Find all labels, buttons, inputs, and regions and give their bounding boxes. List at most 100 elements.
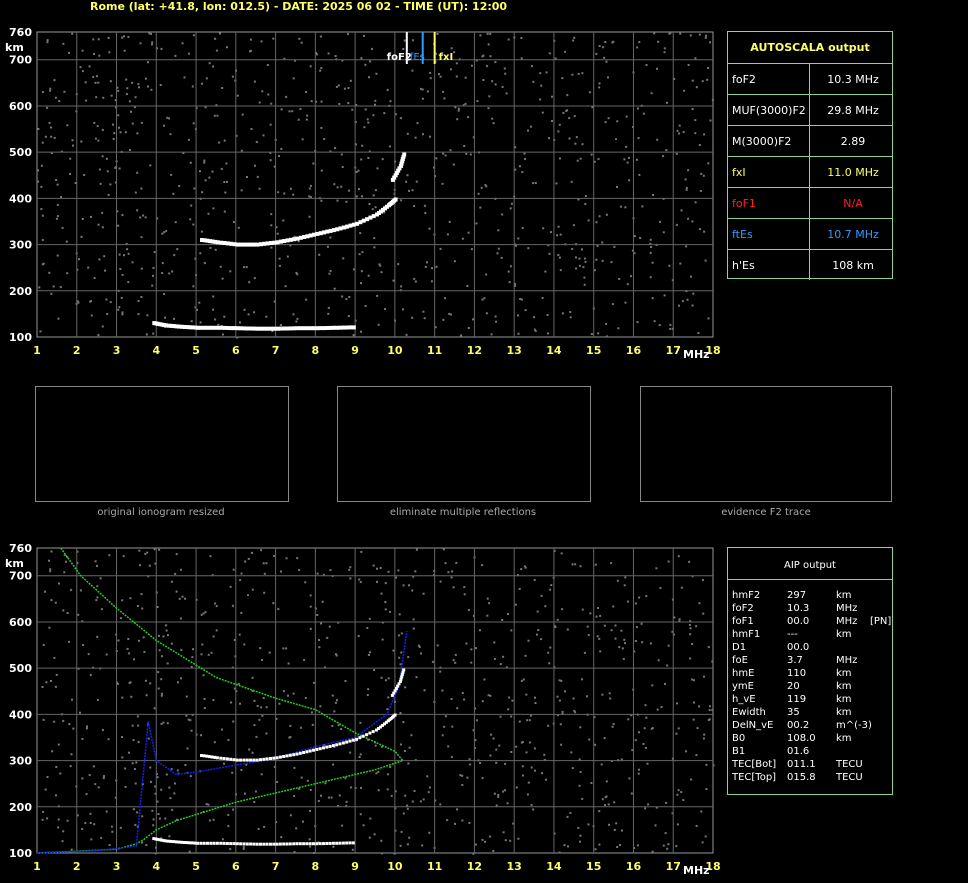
noise-dot [150, 780, 152, 783]
noise-dot [429, 77, 432, 80]
noise-dot [153, 548, 156, 551]
trace-point [312, 748, 315, 752]
noise-dot [118, 167, 121, 170]
noise-dot [591, 106, 594, 109]
aip-name: hmE [732, 668, 755, 679]
noise-dot [253, 801, 256, 803]
noise-dot [541, 111, 544, 114]
noise-dot [678, 132, 681, 135]
noise-dot [381, 852, 384, 855]
noise-dot [676, 702, 678, 705]
noise-dot [711, 709, 714, 712]
noise-dot [151, 284, 154, 287]
noise-dot [107, 36, 110, 39]
noise-dot [594, 743, 597, 746]
noise-dot [62, 609, 65, 612]
noise-dot [129, 597, 132, 600]
noise-dot [659, 587, 662, 589]
noise-dot [414, 570, 417, 573]
x-tick-label: 1 [33, 344, 41, 357]
noise-dot [581, 143, 584, 146]
noise-dot [239, 321, 241, 324]
aip-value: 20 [787, 681, 800, 692]
noise-dot [447, 571, 450, 574]
noise-dot [441, 689, 444, 692]
marker-label-fxI: fxI [439, 52, 454, 63]
noise-dot [707, 162, 710, 165]
noise-dot [422, 310, 425, 313]
noise-dot [334, 653, 337, 656]
noise-dot [557, 130, 560, 133]
autoscala-value: 2.89 [840, 135, 866, 148]
noise-dot [56, 203, 59, 206]
noise-dot [540, 594, 543, 597]
noise-dot [221, 728, 223, 731]
noise-dot [511, 699, 514, 702]
noise-dot [124, 767, 127, 770]
noise-dot [168, 835, 171, 838]
trace-point [166, 839, 170, 843]
noise-dot [297, 118, 300, 121]
noise-dot [125, 78, 128, 81]
noise-dot [214, 248, 217, 251]
noise-dot [651, 297, 654, 300]
trace-point [278, 755, 282, 759]
noise-dot [626, 161, 629, 164]
noise-dot [455, 75, 458, 78]
trace-point [193, 841, 197, 845]
noise-dot [248, 748, 251, 751]
noise-dot [525, 693, 528, 696]
noise-dot [165, 229, 168, 232]
noise-dot [124, 785, 127, 788]
noise-dot [121, 311, 124, 314]
noise-dot [136, 132, 139, 135]
noise-dot [292, 313, 295, 316]
noise-dot [703, 675, 705, 678]
noise-dot [689, 34, 692, 37]
noise-dot [63, 571, 66, 574]
noise-dot [367, 121, 370, 124]
noise-dot [58, 582, 60, 585]
noise-dot [239, 579, 242, 582]
aip-name: foE [732, 655, 748, 666]
noise-dot [411, 69, 414, 72]
noise-dot [253, 80, 256, 83]
noise-dot [486, 65, 489, 68]
noise-dot [612, 605, 615, 608]
noise-dot [128, 652, 131, 655]
noise-dot [614, 624, 617, 627]
autoscala-key: M(3000)F2 [732, 135, 792, 148]
autoscala-key: ftEs [732, 228, 753, 241]
noise-dot [583, 283, 586, 286]
noise-dot [349, 566, 352, 569]
trace-point [265, 757, 269, 761]
noise-dot [300, 776, 303, 779]
noise-dot [398, 634, 400, 637]
noise-dot [547, 724, 550, 727]
noise-dot [657, 659, 660, 662]
noise-dot [231, 771, 234, 774]
noise-dot [131, 81, 134, 84]
noise-dot [188, 850, 191, 853]
noise-dot [93, 823, 96, 826]
noise-dot [431, 660, 434, 663]
noise-dot [164, 316, 167, 319]
noise-dot [212, 207, 215, 210]
noise-dot [308, 838, 311, 841]
noise-dot [244, 792, 246, 795]
noise-dot [623, 584, 626, 587]
noise-dot [415, 676, 418, 679]
noise-dot [461, 774, 464, 777]
noise-dot [707, 646, 710, 649]
noise-dot [160, 692, 163, 695]
noise-dot [184, 764, 187, 766]
noise-dot [179, 617, 182, 620]
noise-dot [641, 205, 644, 208]
trace-point [242, 842, 246, 846]
noise-dot [598, 86, 601, 89]
trace-point [338, 742, 342, 746]
aip-row: hmE 110 km [732, 668, 892, 681]
noise-dot [680, 586, 683, 589]
noise-dot [292, 193, 295, 196]
noise-dot [345, 200, 348, 203]
